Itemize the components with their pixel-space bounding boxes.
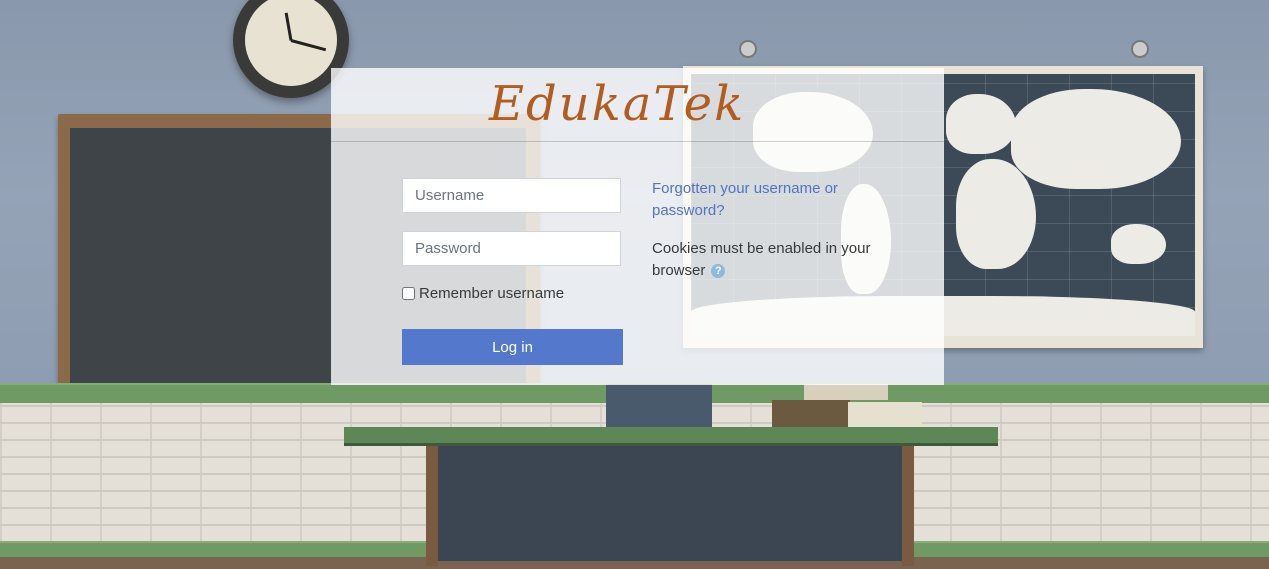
clock-minute-hand (290, 39, 327, 52)
clock-face (245, 0, 337, 86)
desk-top (344, 427, 998, 446)
remember-username-label: Remember username (419, 285, 565, 302)
login-button[interactable]: Log in (402, 329, 623, 365)
chair-back (606, 384, 712, 428)
clock-hour-hand (284, 12, 293, 41)
europe-shape (946, 94, 1016, 154)
cookies-notice-text: Cookies must be enabled in your browser (652, 240, 871, 279)
desk-leg-right (902, 446, 914, 566)
remember-username-checkbox[interactable] (402, 287, 415, 300)
book-stack-left (772, 400, 850, 430)
desk-front (438, 446, 902, 561)
username-input[interactable] (402, 178, 621, 213)
password-input[interactable] (402, 231, 621, 266)
asia-shape (1011, 89, 1181, 189)
remember-username[interactable]: Remember username (402, 285, 564, 302)
question-circle-icon[interactable]: ? (711, 264, 726, 279)
cookies-notice: Cookies must be enabled in your browser? (652, 238, 892, 282)
africa-shape (956, 159, 1036, 269)
logo-header: EdukaTek (331, 68, 944, 142)
map-pin-right (1131, 40, 1149, 58)
book-stack-right (848, 402, 922, 430)
book-stack-top (804, 384, 888, 400)
australia-shape (1111, 224, 1166, 264)
desk-leg-left (426, 446, 438, 566)
login-card: EdukaTek Remember username Log in Forgot… (331, 68, 944, 385)
brand-logo: EdukaTek (489, 76, 746, 132)
forgot-credentials-link[interactable]: Forgotten your username or password? (652, 178, 882, 222)
map-pin-left (739, 40, 757, 58)
